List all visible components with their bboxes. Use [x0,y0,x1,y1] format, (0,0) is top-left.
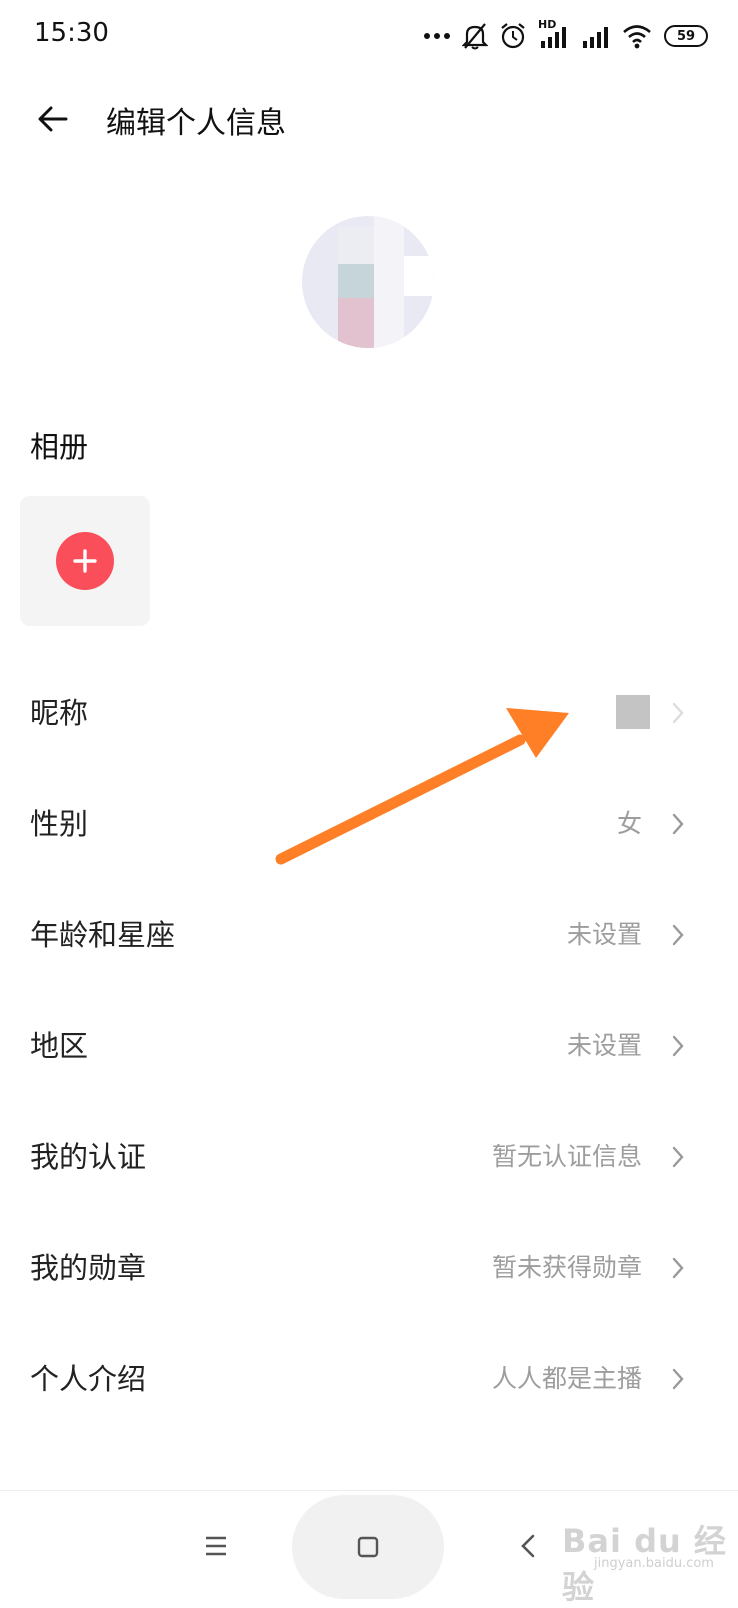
row-label: 昵称 [30,696,89,730]
wifi-icon [623,25,651,49]
avatar[interactable] [302,216,434,348]
chevron-right-icon [672,1257,684,1279]
chevron-right-icon [672,702,684,724]
chevron-right-icon [672,924,684,946]
add-photo-button[interactable] [20,496,150,626]
row-gender[interactable]: 性别 女 [0,768,738,880]
back-button[interactable] [30,96,76,142]
row-nickname[interactable]: 昵称 [0,657,738,769]
menu-button[interactable] [186,1491,246,1600]
row-value: 暂无认证信息 [491,1142,642,1171]
plus-icon [56,532,114,590]
page-title: 编辑个人信息 [106,106,286,141]
row-value: 暂未获得勋章 [491,1253,642,1282]
row-value: 未设置 [566,1031,642,1060]
nickname-value-box [616,695,650,729]
row-medals[interactable]: 我的勋章 暂未获得勋章 [0,1212,738,1324]
home-icon [357,1536,379,1558]
row-value: 女 [616,809,642,838]
battery-icon: 59 [664,25,708,47]
signal-icon [583,27,608,48]
row-label: 个人介绍 [30,1362,147,1396]
chevron-right-icon [672,1146,684,1168]
album-label: 相册 [30,430,89,464]
row-introduction[interactable]: 个人介绍 人人都是主播 [0,1323,738,1435]
back-icon [521,1534,535,1557]
row-value: 人人都是主播 [491,1364,642,1393]
alarm-icon [501,23,525,49]
signal-hd-icon: HD [538,18,568,50]
header: 编辑个人信息 [0,78,738,158]
menu-icon [206,1536,226,1555]
status-time: 15:30 [34,18,109,48]
mute-icon [462,23,488,50]
row-region[interactable]: 地区 未设置 [0,990,738,1102]
chevron-right-icon [672,1368,684,1390]
row-label: 地区 [30,1029,89,1063]
row-label: 年龄和星座 [30,918,176,952]
status-icons: HD 59 [424,18,708,52]
row-label: 我的勋章 [30,1251,147,1285]
row-label: 性别 [30,807,89,841]
chevron-right-icon [672,1035,684,1057]
row-age-zodiac[interactable]: 年龄和星座 未设置 [0,879,738,991]
status-bar: 15:30 HD 59 [0,0,738,72]
more-dots-icon [424,33,450,39]
watermark-url: jingyan.baidu.com [594,1556,714,1571]
row-label: 我的认证 [30,1140,147,1174]
back-arrow-icon [38,106,68,132]
chevron-right-icon [672,813,684,835]
row-value: 未设置 [566,920,642,949]
row-certification[interactable]: 我的认证 暂无认证信息 [0,1101,738,1213]
nav-back-button[interactable] [498,1491,558,1600]
home-button[interactable] [292,1495,444,1599]
